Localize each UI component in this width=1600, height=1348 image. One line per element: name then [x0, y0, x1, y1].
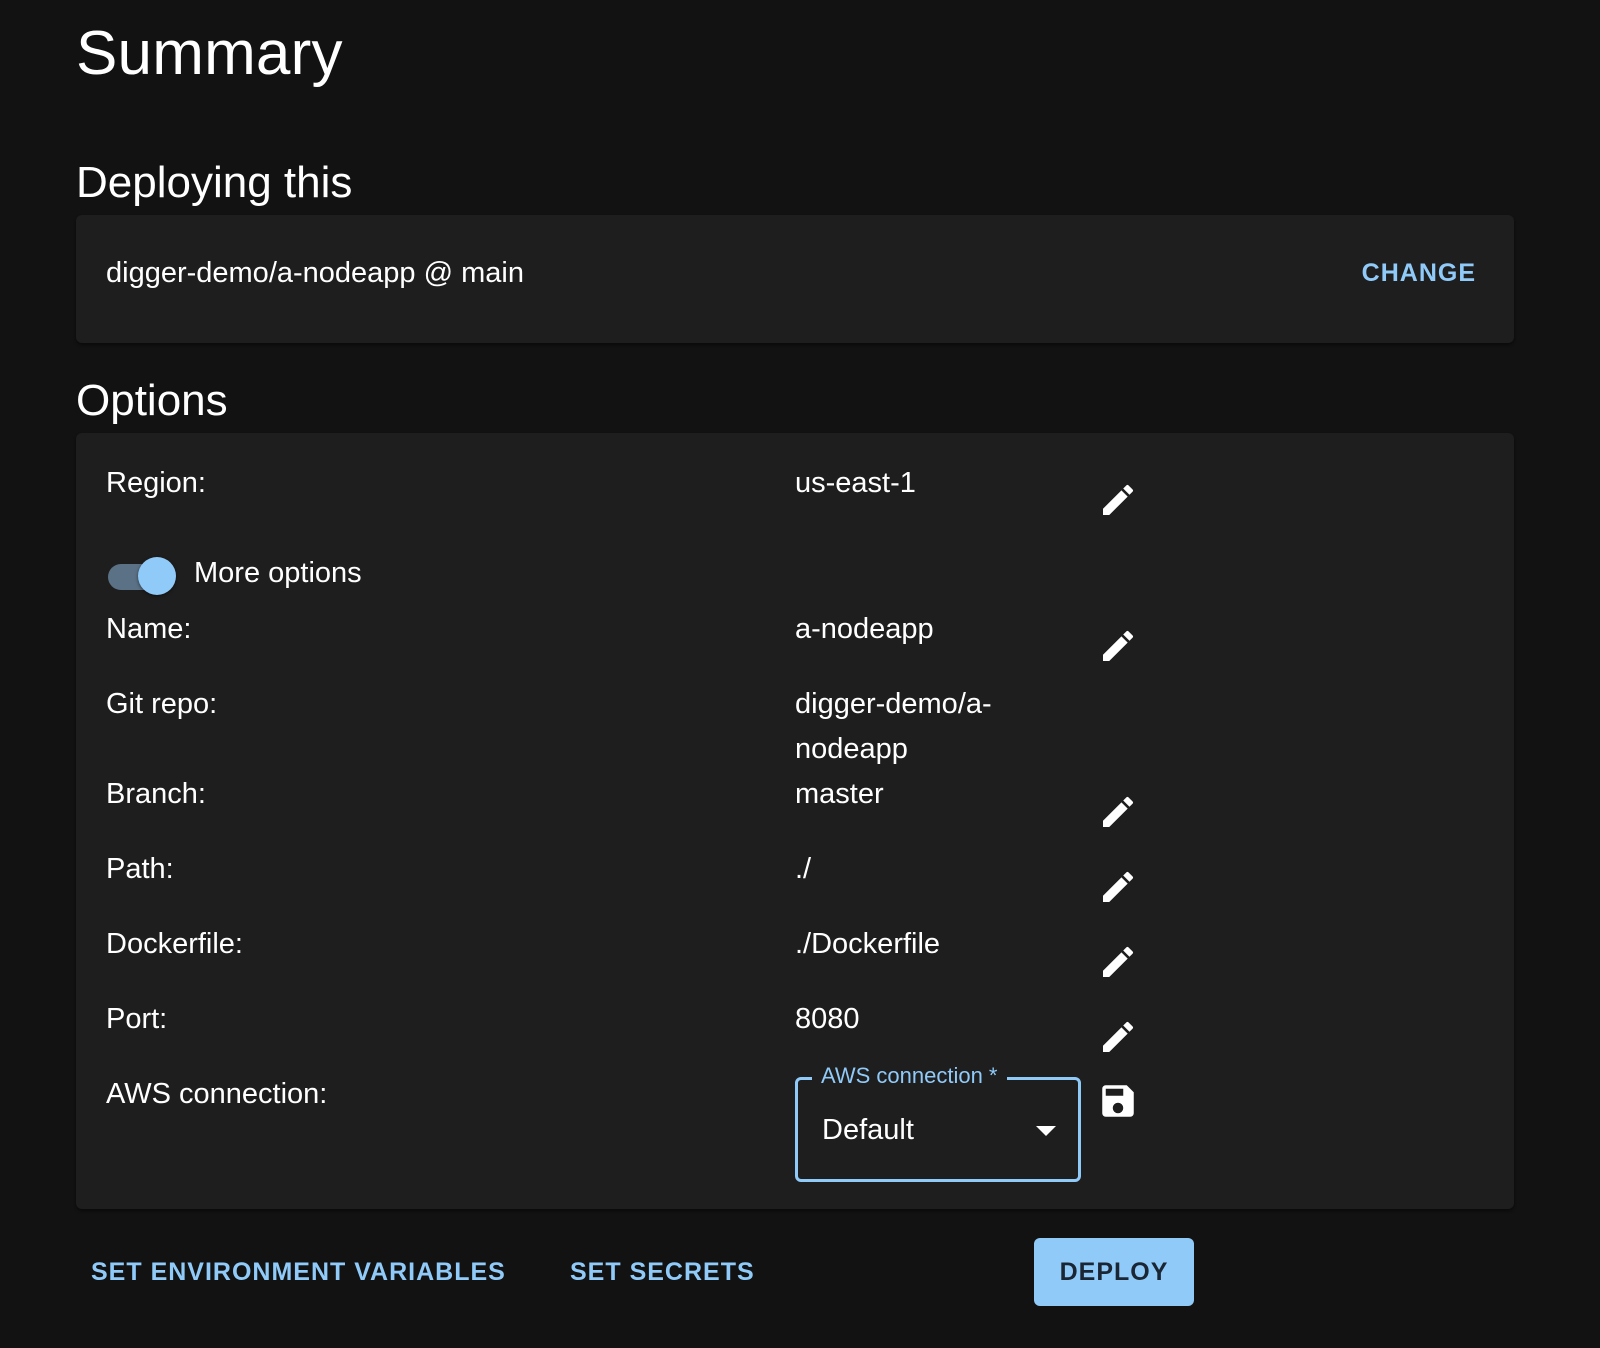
pencil-icon: [1103, 484, 1134, 515]
set-environment-variables-button[interactable]: SET ENVIRONMENT VARIABLES: [91, 1258, 506, 1287]
edit-name-button[interactable]: [1096, 624, 1140, 668]
port-value: 8080: [795, 1003, 860, 1035]
pencil-icon: [1103, 871, 1134, 902]
page-title: Summary: [76, 19, 343, 88]
save-aws-connection-button[interactable]: [1096, 1079, 1140, 1123]
pencil-icon: [1103, 946, 1134, 977]
branch-label: Branch:: [106, 778, 206, 810]
name-label: Name:: [106, 613, 192, 645]
dockerfile-label: Dockerfile:: [106, 928, 243, 960]
deploying-section-title: Deploying this: [76, 158, 353, 207]
aws-connection-field-label: AWS connection *: [812, 1063, 1007, 1089]
summary-page: Summary Deploying this digger-demo/a-nod…: [0, 0, 1600, 1348]
dockerfile-value: ./Dockerfile: [795, 928, 941, 960]
pencil-icon: [1103, 630, 1134, 661]
branch-value: master: [795, 778, 884, 810]
options-section-title: Options: [76, 376, 228, 425]
change-button[interactable]: CHANGE: [1362, 259, 1476, 288]
region-label: Region:: [106, 467, 206, 499]
edit-path-button[interactable]: [1096, 865, 1140, 909]
aws-connection-label: AWS connection:: [106, 1078, 328, 1110]
options-card: Region: us-east-1 More options Name: a-n…: [76, 433, 1514, 1209]
deploying-card: digger-demo/a-nodeapp @ main CHANGE: [76, 215, 1514, 343]
set-secrets-button[interactable]: SET SECRETS: [570, 1258, 755, 1287]
edit-branch-button[interactable]: [1096, 790, 1140, 834]
edit-dockerfile-button[interactable]: [1096, 940, 1140, 984]
path-label: Path:: [106, 853, 174, 885]
more-options-toggle[interactable]: [106, 554, 178, 598]
name-value: a-nodeapp: [795, 613, 934, 645]
aws-connection-select[interactable]: AWS connection * Default: [795, 1063, 1081, 1182]
pencil-icon: [1103, 796, 1134, 827]
region-value: us-east-1: [795, 467, 916, 499]
deploy-button[interactable]: DEPLOY: [1034, 1238, 1194, 1306]
git-repo-value: digger-demo/a-nodeapp: [795, 688, 992, 765]
floppy-disk-icon: [1102, 1085, 1134, 1117]
deploy-source: digger-demo/a-nodeapp @ main: [106, 257, 524, 289]
more-options-label: More options: [194, 557, 362, 589]
port-label: Port:: [106, 1003, 168, 1035]
git-repo-label: Git repo:: [106, 688, 218, 720]
caret-down-icon: [1036, 1126, 1056, 1136]
toggle-thumb: [138, 557, 176, 595]
aws-connection-value: Default: [822, 1114, 914, 1146]
pencil-icon: [1103, 1021, 1134, 1052]
path-value: ./: [795, 853, 812, 885]
edit-port-button[interactable]: [1096, 1015, 1140, 1059]
edit-region-button[interactable]: [1096, 478, 1140, 522]
